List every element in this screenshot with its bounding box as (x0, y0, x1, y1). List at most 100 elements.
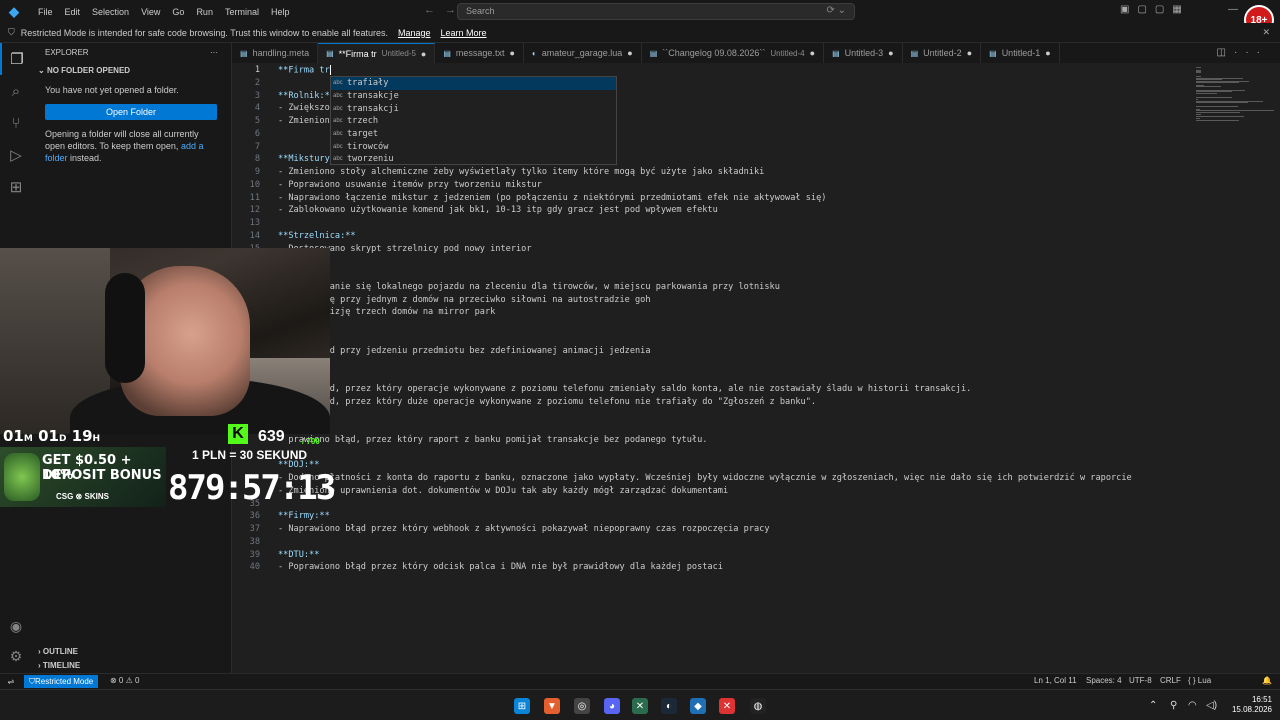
code-line[interactable] (232, 422, 1190, 435)
tab-handling-meta[interactable]: ▤ handling.meta (232, 43, 319, 63)
indentation-status[interactable]: Spaces: 4 (1086, 676, 1122, 685)
suggestion-item[interactable]: abc tworzeniu (331, 153, 616, 166)
eol-status[interactable]: CRLF (1160, 676, 1181, 685)
restricted-mode-status[interactable]: ⛉ Restricted Mode (24, 675, 99, 688)
problems-status[interactable]: ⊗ 0 ⚠ 0 (110, 676, 139, 685)
volume-icon[interactable]: ◁) (1206, 700, 1217, 711)
suggestion-item[interactable]: abc tirowców (331, 140, 616, 153)
discord-icon[interactable]: ◕ (604, 698, 620, 714)
app-icon[interactable]: ✕ (632, 698, 648, 714)
remote-icon[interactable]: ⇌ (0, 674, 22, 689)
tab-message-txt[interactable]: ▤ message.txt ● (435, 43, 524, 63)
code-line[interactable]: 36 **Firmy:** (232, 511, 1190, 524)
banner-learn-more-link[interactable]: Learn More (441, 28, 487, 38)
autocomplete-widget[interactable]: abc trafiały abc transakcje abc transakcji abc… (330, 76, 617, 165)
code-line[interactable]: **DOJ:** (232, 460, 1190, 473)
tab-amateur-garage[interactable]: ◐ amateur_garage.lua ● (524, 43, 642, 63)
timeline-section[interactable]: › TIMELINE (32, 661, 232, 670)
steam-icon[interactable]: ◐ (661, 698, 677, 714)
minimize-icon[interactable]: — (1228, 4, 1238, 15)
tab-untitled-3[interactable]: ▤ Untitled-3 ● (824, 43, 903, 63)
code-line[interactable] (232, 333, 1190, 346)
code-line[interactable] (232, 269, 1190, 282)
code-line[interactable] (232, 320, 1190, 333)
code-line[interactable]: 15- Dostosowano skrypt strzelnicy pod no… (232, 244, 1190, 257)
language-status[interactable]: { } Lua (1188, 676, 1211, 685)
windows-start-icon[interactable]: ⊞ (514, 698, 530, 714)
system-clock[interactable]: 16:51 15.08.2026 (1228, 695, 1272, 715)
layout-controls-icon[interactable]: ▣▢▢▦ (1120, 4, 1190, 15)
suggestion-item[interactable]: abc trzech (331, 115, 616, 128)
code-line[interactable]: 38 (232, 537, 1190, 550)
code-line[interactable]: 40 - Poprawiono błąd przez który odcisk p… (232, 562, 1190, 575)
code-line[interactable]: ono błąd przy jedzeniu przedmiotu bez zd… (232, 346, 1190, 359)
more-actions-icon[interactable]: ··· (210, 48, 218, 58)
code-line[interactable] (232, 448, 1190, 461)
unsaved-dot-icon[interactable]: ● (967, 48, 972, 58)
brave-browser-icon[interactable]: ▼ (544, 698, 560, 714)
code-line[interactable]: 35 (232, 499, 1190, 512)
unsaved-dot-icon[interactable]: ● (888, 48, 893, 58)
open-folder-button[interactable]: Open Folder (45, 104, 217, 120)
notifications-icon[interactable]: 🔔 (1262, 676, 1272, 685)
app-red-icon[interactable]: ✕ (719, 698, 735, 714)
outline-section[interactable]: › OUTLINE (32, 647, 232, 656)
code-line[interactable]: 39 **DTU:** (232, 550, 1190, 563)
no-folder-section[interactable]: ⌄ NO FOLDER OPENED (32, 63, 231, 78)
split-editor-icon[interactable]: ◫··· (1217, 47, 1268, 58)
unsaved-dot-icon[interactable]: ● (509, 48, 514, 58)
suggestion-item[interactable]: abc transakcji (331, 102, 616, 115)
run-debug-icon[interactable]: ▷ (0, 139, 32, 171)
code-line[interactable]: - Dodano płatności z konta do raportu z … (232, 473, 1190, 486)
unsaved-dot-icon[interactable]: ● (1045, 48, 1050, 58)
app-mask-icon[interactable]: ◍ (750, 698, 766, 714)
unsaved-dot-icon[interactable]: ● (810, 48, 815, 58)
menu-selection[interactable]: Selection (86, 7, 135, 17)
cursor-position[interactable]: Ln 1, Col 11 (1034, 676, 1077, 685)
code-line[interactable]: ono błąd, przez który operacje wykonywan… (232, 384, 1190, 397)
code-line[interactable] (232, 409, 1190, 422)
code-line[interactable]: * (232, 371, 1190, 384)
code-line[interactable]: kolizję przy jednym z domów na przeciwko… (232, 295, 1190, 308)
code-line[interactable]: 10 - Poprawiono usuwanie itemów przy twor… (232, 180, 1190, 193)
wifi-icon[interactable]: ◠ (1188, 700, 1197, 711)
copilot-icon[interactable]: ⟳ ⌄ (826, 5, 846, 16)
unsaved-dot-icon[interactable]: ● (627, 48, 632, 58)
command-center-search[interactable]: Search ⟳ ⌄ (457, 3, 855, 20)
minimap[interactable] (1190, 63, 1280, 673)
code-line[interactable]: ono błąd, przez który duże operacje wyko… (232, 397, 1190, 410)
tab-firma[interactable]: ▤ **Firma tr Untitled-5 ● (318, 43, 436, 63)
close-icon[interactable]: ✕ (1262, 27, 1270, 38)
unsaved-dot-icon[interactable]: ● (421, 49, 426, 59)
menu-run[interactable]: Run (190, 7, 219, 17)
code-line[interactable]: 37 - Naprawiono błąd przez który webhook … (232, 524, 1190, 537)
menu-help[interactable]: Help (265, 7, 296, 17)
account-icon[interactable]: ◉ (0, 618, 32, 635)
explorer-icon[interactable]: ❐ (0, 43, 32, 75)
tab-untitled-1[interactable]: ▤ Untitled-1 ● (981, 43, 1060, 63)
code-line[interactable]: - Zmieniono uprawnienia dot. dokumentów … (232, 486, 1190, 499)
code-line[interactable] (232, 256, 1190, 269)
suggestion-item[interactable]: abc trafiały (331, 77, 616, 90)
search-icon[interactable]: ⌕ (0, 75, 32, 107)
suggestion-item[interactable]: abc target (331, 128, 616, 141)
microphone-icon[interactable]: ⚲ (1170, 700, 1177, 711)
encoding-status[interactable]: UTF-8 (1129, 676, 1152, 685)
code-line[interactable]: 12 - Zablokowano użytkowanie komend jak b… (232, 205, 1190, 218)
menu-view[interactable]: View (135, 7, 166, 17)
tray-chevron-icon[interactable]: ⌃ (1149, 700, 1157, 711)
code-line[interactable]: prawiono błąd, przez który raport z bank… (232, 435, 1190, 448)
code-line[interactable]: 9 - Zmieniono stoły alchemiczne żeby wyśw… (232, 167, 1190, 180)
menu-edit[interactable]: Edit (59, 7, 87, 17)
code-line[interactable]: 13 (232, 218, 1190, 231)
menu-go[interactable]: Go (166, 7, 190, 17)
vscode-taskbar-icon[interactable]: ◆ (690, 698, 706, 714)
extensions-icon[interactable]: ⊞ (0, 171, 32, 203)
code-line[interactable]: pojawianie się lokalnego pojazdu na zlec… (232, 282, 1190, 295)
code-line[interactable]: ono kolizję trzech domów na mirror park (232, 307, 1190, 320)
banner-manage-link[interactable]: Manage (398, 28, 431, 38)
tab-changelog[interactable]: ▤ ``Changelog 09.08.2026`` Untitled-4 ● (642, 43, 825, 63)
source-control-icon[interactable]: ⑂ (0, 107, 32, 139)
gear-icon[interactable]: ⚙ (0, 648, 32, 665)
chrome-icon[interactable]: ◎ (574, 698, 590, 714)
